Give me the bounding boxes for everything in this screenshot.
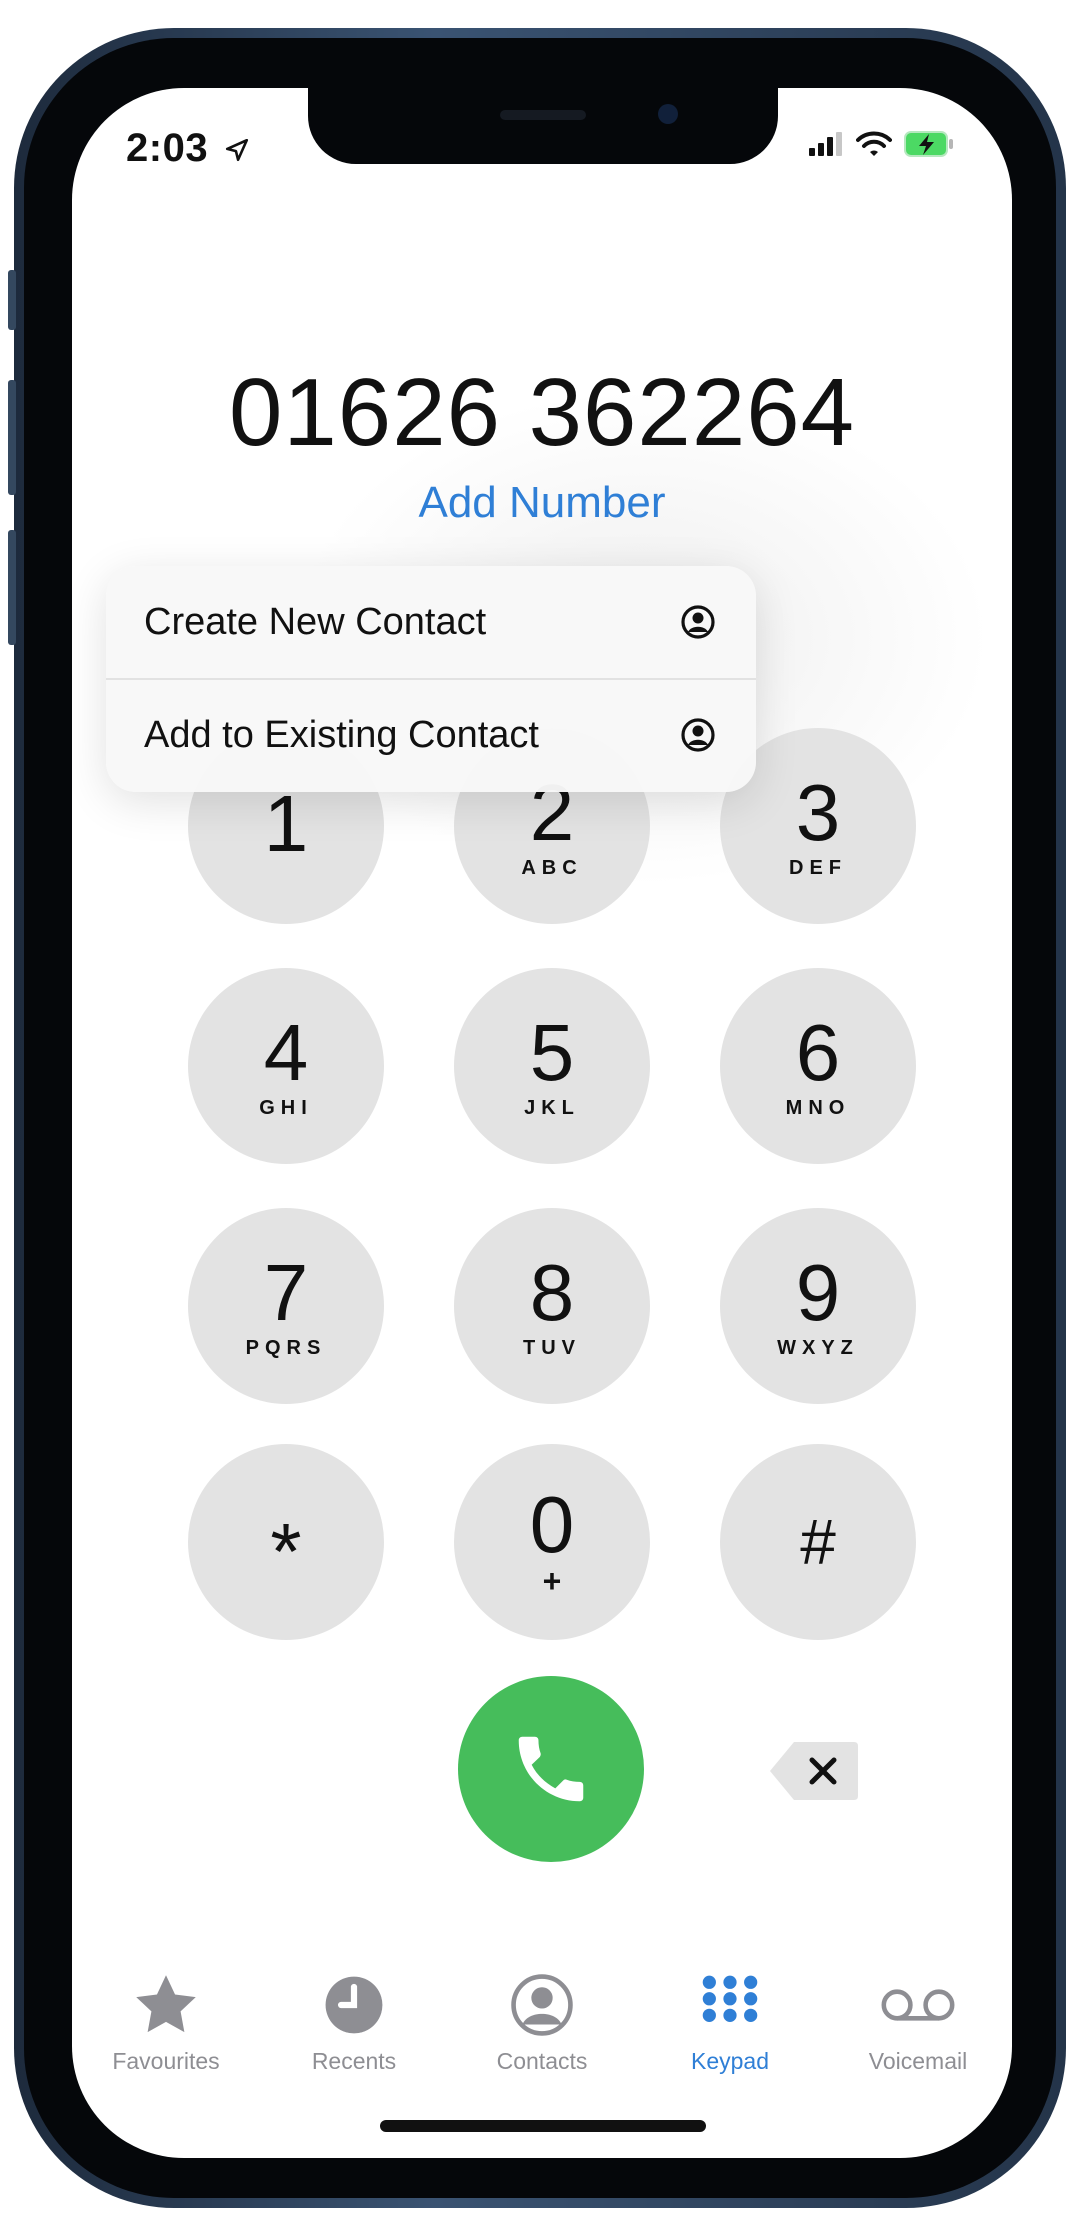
key-letters: MNO <box>785 1096 851 1119</box>
key-digit: 1 <box>263 779 309 868</box>
menu-item-label: Create New Contact <box>144 600 487 643</box>
key-letters: DEF <box>789 856 847 879</box>
tab-label: Keypad <box>690 2048 769 2074</box>
keypad-key-hash[interactable]: # <box>720 1444 916 1640</box>
cellular-signal-icon <box>809 132 842 156</box>
tab-recents[interactable]: Recents <box>260 1968 448 2088</box>
keypad-key-5[interactable]: 5 JKL <box>454 968 650 1164</box>
key-letters: GHI <box>259 1096 313 1119</box>
volume-up-button <box>8 380 16 495</box>
tab-label: Recents <box>311 2048 397 2074</box>
add-number-link[interactable]: Add Number <box>72 478 1012 528</box>
keypad-key-0[interactable]: 0 + <box>454 1444 650 1640</box>
keypad-key-6[interactable]: 6 MNO <box>720 968 916 1164</box>
notch <box>308 88 778 164</box>
speaker-grille <box>500 110 586 120</box>
key-digit: # <box>800 1506 836 1578</box>
key-digit: 7 <box>263 1247 309 1337</box>
phone-screen: 2:03 01626 362264 Add Number Create New … <box>72 88 1012 2158</box>
key-digit: 3 <box>795 767 841 857</box>
silent-switch <box>8 270 16 330</box>
key-digit: * <box>270 1507 302 1596</box>
delete-button[interactable] <box>768 1738 862 1804</box>
key-digit: 8 <box>529 1247 575 1337</box>
keypad-key-7[interactable]: 7 PQRS <box>188 1208 384 1404</box>
key-letters: + <box>542 1562 562 1599</box>
status-time-text: 2:03 <box>126 126 209 170</box>
key-digit: 6 <box>795 1007 841 1097</box>
key-digit: 0 <box>529 1479 575 1569</box>
tab-favourites[interactable]: Favourites <box>72 1968 260 2088</box>
status-icons <box>808 124 954 164</box>
dialed-number: 01626 362264 <box>229 359 855 466</box>
key-letters: WXYZ <box>777 1336 859 1359</box>
tab-label: Voicemail <box>868 2048 968 2074</box>
tab-keypad[interactable]: Keypad <box>636 1968 824 2088</box>
status-time: 2:03 <box>126 126 250 171</box>
person-circle-icon <box>681 605 715 639</box>
home-indicator[interactable] <box>380 2120 706 2132</box>
tab-bar: Favourites Recents Contacts Keypad Voice… <box>72 1968 1012 2088</box>
key-letters: JKL <box>524 1096 580 1119</box>
location-arrow-icon <box>225 139 248 162</box>
keypad-key-8[interactable]: 8 TUV <box>454 1208 650 1404</box>
tab-label: Contacts <box>496 2048 588 2074</box>
keypad-key-star[interactable]: * <box>188 1444 384 1640</box>
keypad-icon <box>702 1975 758 2022</box>
star-icon <box>136 1975 196 2033</box>
person-circle-icon <box>681 718 715 752</box>
voicemail-icon <box>881 1989 955 2021</box>
delete-backspace-icon <box>770 1742 858 1800</box>
key-digit: 9 <box>795 1247 841 1337</box>
key-digit: 5 <box>529 1007 575 1097</box>
tab-contacts[interactable]: Contacts <box>448 1968 636 2088</box>
key-digit: 4 <box>263 1007 309 1097</box>
wifi-icon <box>856 131 892 156</box>
battery-charging-icon <box>904 131 953 157</box>
menu-item-create-new-contact[interactable]: Create New Contact <box>106 566 756 678</box>
volume-down-button <box>8 530 16 645</box>
tab-voicemail[interactable]: Voicemail <box>824 1968 1012 2088</box>
menu-item-label: Add to Existing Contact <box>144 713 539 756</box>
call-button[interactable] <box>458 1676 644 1862</box>
key-letters: TUV <box>523 1336 581 1359</box>
keypad-key-4[interactable]: 4 GHI <box>188 968 384 1164</box>
key-letters: PQRS <box>245 1336 327 1359</box>
front-camera <box>658 104 678 124</box>
key-letters: ABC <box>521 856 583 879</box>
keypad-key-9[interactable]: 9 WXYZ <box>720 1208 916 1404</box>
phone-icon <box>518 1736 584 1802</box>
person-circle-icon <box>511 1974 573 2036</box>
menu-item-add-to-existing-contact[interactable]: Add to Existing Contact <box>106 678 756 790</box>
add-number-menu: Create New Contact Add to Existing Conta… <box>106 566 756 792</box>
clock-icon <box>325 1976 383 2034</box>
tab-label: Favourites <box>112 2048 220 2074</box>
